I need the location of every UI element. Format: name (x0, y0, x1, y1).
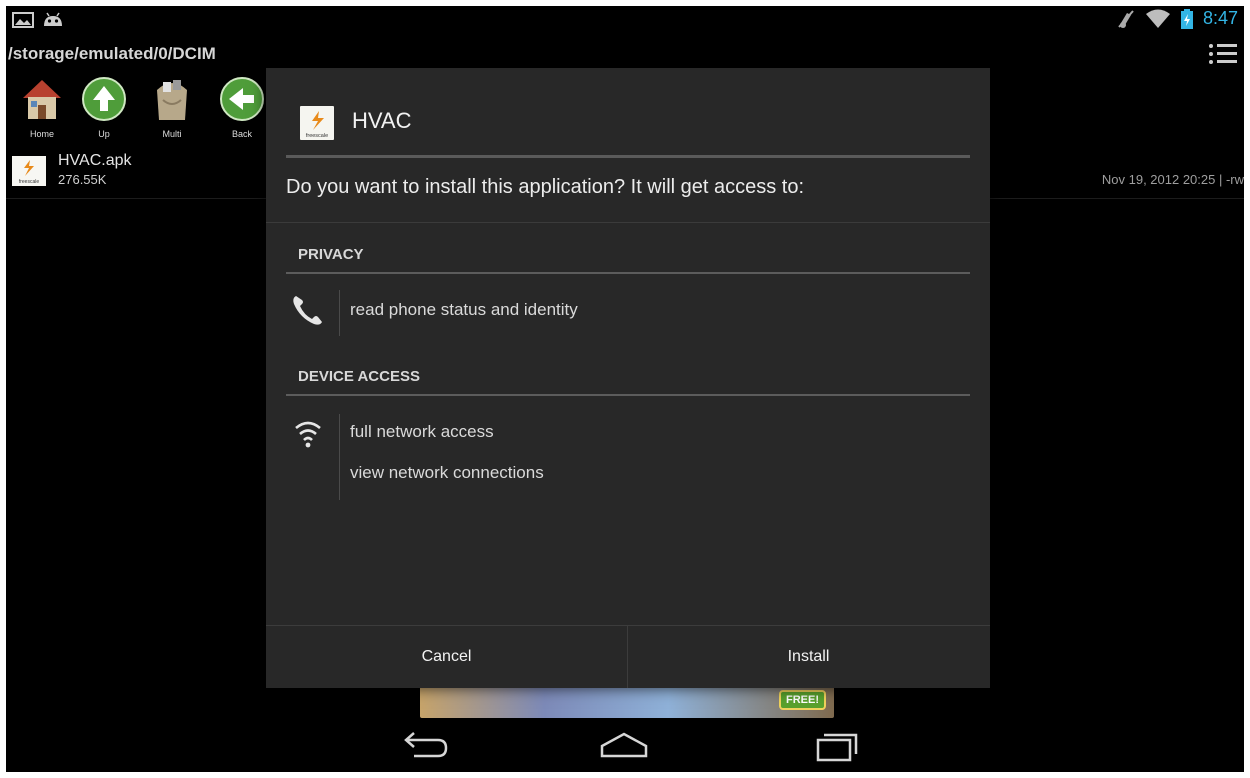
gallery-icon (12, 12, 34, 28)
phone-icon (293, 296, 322, 325)
cancel-button[interactable]: Cancel (266, 626, 628, 688)
home-nav-icon[interactable] (594, 728, 654, 764)
multi-icon (157, 80, 187, 120)
home-icon (23, 80, 61, 119)
wifi-icon (1145, 9, 1170, 28)
permission-separator (339, 290, 340, 336)
mute-icon (1118, 9, 1134, 28)
battery-icon (1180, 8, 1193, 29)
svg-text:freescale: freescale (306, 133, 328, 139)
file-name: HVAC.apk (58, 152, 132, 169)
toolbar-label: Home (29, 129, 54, 139)
file-meta: Nov 19, 2012 20:25 | -rw (1101, 172, 1244, 187)
status-bar: 8:47 (6, 6, 1244, 38)
ad-free-badge: FREE! (779, 690, 826, 710)
recent-apps-nav-icon[interactable] (806, 728, 866, 764)
current-path: /storage/emulated/0/DCIM (8, 44, 216, 63)
wifi-icon (295, 421, 321, 448)
clock: 8:47 (1202, 8, 1238, 28)
toolbar-up-button[interactable]: Up (74, 76, 134, 139)
back-nav-icon[interactable] (394, 728, 454, 764)
svg-text:freescale: freescale (19, 179, 40, 185)
toolbar-label: Multi (162, 129, 182, 139)
divider (266, 222, 990, 223)
android-icon (44, 12, 62, 26)
install-button[interactable]: Install (628, 626, 989, 688)
install-question: Do you want to install this application?… (286, 176, 805, 198)
ad-banner[interactable]: FREE! (420, 686, 834, 718)
dialog-header: freescale HVAC (266, 68, 990, 158)
section-title-privacy: PRIVACY (298, 246, 364, 263)
section-title-device-access: DEVICE ACCESS (298, 368, 420, 385)
freescale-app-icon: freescale (300, 106, 334, 140)
toolbar-home-button[interactable]: Home (12, 76, 72, 139)
toolbar-label: Back (231, 129, 252, 139)
section-divider (286, 272, 970, 274)
back-arrow-icon (220, 77, 264, 121)
toolbar-label: Up (98, 129, 110, 139)
navigation-bar (6, 716, 1244, 772)
dialog-title: HVAC (352, 108, 412, 133)
install-dialog: freescale HVAC Do you want to install th… (266, 68, 990, 688)
permission-item: read phone status and identity (350, 300, 578, 319)
toolbar-multi-button[interactable]: Multi (142, 76, 202, 139)
apk-file-icon: freescale (12, 156, 46, 186)
file-size: 276.55K (58, 172, 107, 187)
list-menu-icon[interactable] (1208, 42, 1238, 66)
title-divider (286, 155, 970, 158)
permission-separator (339, 414, 340, 500)
screen: 8:47 /storage/emulated/0/DCIM Home Up Mu… (6, 6, 1244, 772)
permission-item: view network connections (350, 463, 544, 482)
section-divider (286, 394, 970, 396)
permission-item: full network access (350, 422, 494, 441)
dialog-button-bar: Cancel Install (266, 625, 990, 688)
toolbar-back-button[interactable]: Back (212, 76, 272, 139)
up-arrow-icon (82, 77, 126, 121)
